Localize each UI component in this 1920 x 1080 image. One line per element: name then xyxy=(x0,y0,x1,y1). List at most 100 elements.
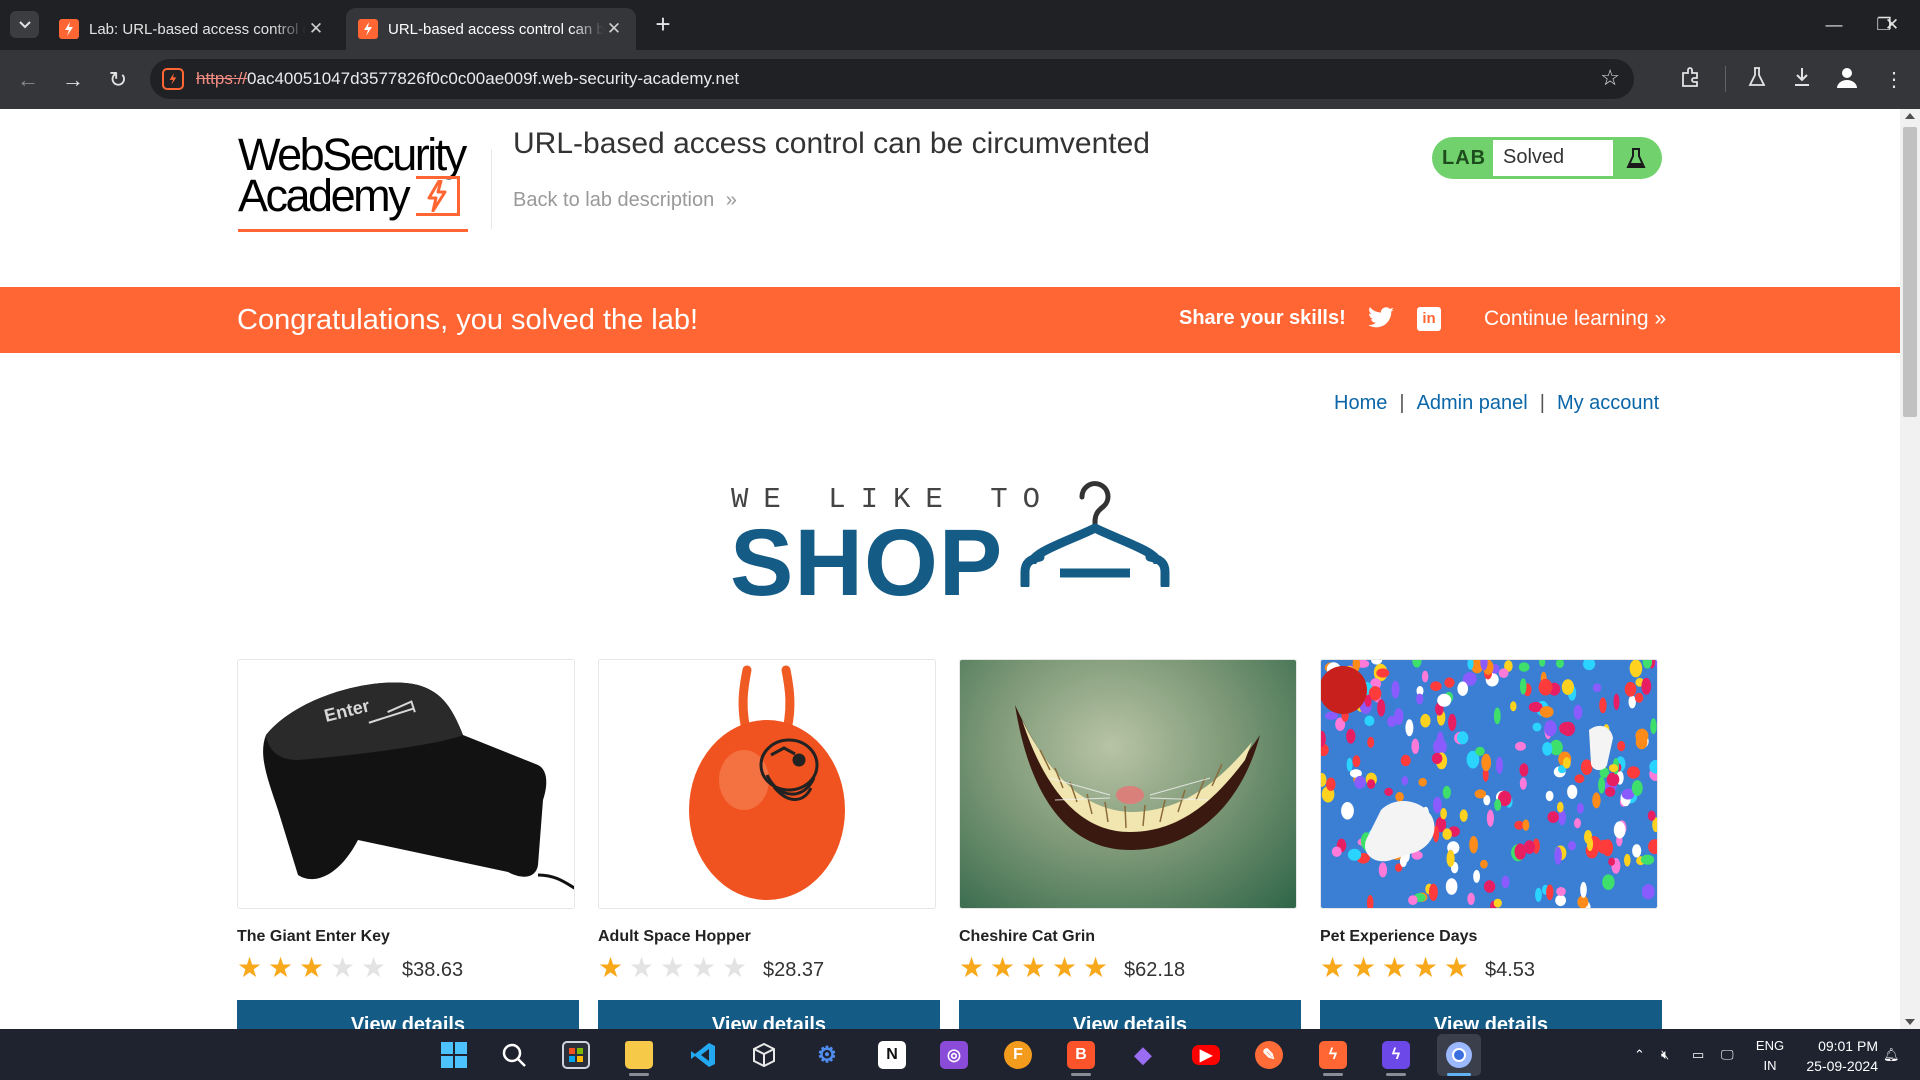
reload-icon[interactable]: ↻ xyxy=(104,66,132,94)
forward-arrow-icon[interactable]: → xyxy=(59,66,87,94)
site-top-nav: Home | Admin panel | My account xyxy=(1334,392,1659,415)
view-details-button[interactable]: View details xyxy=(1320,1000,1662,1029)
docker-icon[interactable]: ⚙ xyxy=(805,1034,849,1076)
burp-suite-icon[interactable]: ϟ xyxy=(1311,1034,1355,1076)
shop-hero-logo: WE LIKE TO SHOP xyxy=(730,479,1170,616)
product-price: $4.53 xyxy=(1485,958,1536,981)
new-tab-plus-icon[interactable]: + xyxy=(650,11,676,38)
hero-shop-word: SHOP xyxy=(730,510,1004,616)
page-scrollbar[interactable] xyxy=(1900,109,1920,1029)
my-account-link[interactable]: My account xyxy=(1557,392,1659,414)
site-info-icon[interactable] xyxy=(162,68,184,90)
system-clock[interactable]: 09:01 PM 25-09-2024 xyxy=(1788,1036,1878,1076)
search-icon[interactable] xyxy=(492,1034,536,1076)
tab-search-button[interactable] xyxy=(10,11,39,38)
twitter-icon[interactable] xyxy=(1368,307,1394,333)
bolt-app-icon[interactable]: ϟ xyxy=(1374,1034,1418,1076)
bookmark-star-icon[interactable]: ☆ xyxy=(1600,65,1620,91)
lab-status-widget: LAB Solved xyxy=(1432,137,1662,179)
notification-bell-icon[interactable]: 🔔︎ xyxy=(1883,1029,1900,1080)
vscode-icon[interactable] xyxy=(681,1034,725,1076)
double-chevron-right-icon: » xyxy=(725,189,737,211)
scroll-up-arrow-icon[interactable] xyxy=(1905,113,1915,119)
star-filled-icon: ★ xyxy=(598,952,624,983)
tab-close-icon[interactable]: ✕ xyxy=(604,19,624,39)
close-window-icon[interactable]: ✕ xyxy=(1874,10,1910,40)
product-image-cheshire-grin[interactable] xyxy=(959,659,1297,909)
fl-studio-icon[interactable]: F xyxy=(996,1034,1040,1076)
tray-overflow-chevron-icon[interactable]: ⌃ xyxy=(1634,1029,1645,1080)
toolbar-divider xyxy=(1725,66,1726,92)
product-card: Pet Experience Days ★ ★ ★ ★ ★ $4.53 View det… xyxy=(1320,659,1662,1029)
volume-muted-icon[interactable]: 🔇︎ xyxy=(1661,1029,1669,1080)
clock-time: 09:01 PM xyxy=(1818,1038,1878,1054)
download-icon[interactable] xyxy=(1788,66,1816,94)
tab-close-icon[interactable]: ✕ xyxy=(306,19,326,39)
brave-browser-icon[interactable]: B xyxy=(1059,1034,1103,1076)
clock-date: 25-09-2024 xyxy=(1806,1058,1878,1074)
proton-app-icon[interactable]: ◎ xyxy=(932,1034,976,1076)
lab-status-value: Solved xyxy=(1493,140,1613,176)
continue-learning-label: Continue learning xyxy=(1484,307,1649,330)
view-details-button[interactable]: View details xyxy=(959,1000,1301,1029)
star-filled-icon: ★ xyxy=(299,952,325,983)
url-text[interactable]: https://0ac40051047d3577826f0c0c00ae009f… xyxy=(196,69,739,89)
star-rating: ★ ★ ★ ★ ★ xyxy=(237,954,392,982)
lab-title: URL-based access control can be circumve… xyxy=(513,127,1150,160)
extensions-puzzle-icon[interactable] xyxy=(1677,66,1705,94)
obsidian-icon[interactable]: ◆ xyxy=(1121,1034,1165,1076)
labs-flask-icon[interactable] xyxy=(1743,66,1771,94)
view-details-button[interactable]: View details xyxy=(237,1000,579,1029)
nav-separator: | xyxy=(1539,392,1545,414)
3d-cube-app-icon[interactable] xyxy=(742,1034,786,1076)
star-filled-icon: ★ xyxy=(268,952,294,983)
product-image-space-hopper[interactable] xyxy=(598,659,936,909)
view-details-button[interactable]: View details xyxy=(598,1000,940,1029)
file-explorer-icon[interactable] xyxy=(617,1034,661,1076)
star-filled-icon: ★ xyxy=(1382,952,1408,983)
star-filled-icon: ★ xyxy=(1351,952,1377,983)
solved-banner: Congratulations, you solved the lab! Sha… xyxy=(0,287,1900,353)
more-menu-icon[interactable]: ⋮ xyxy=(1880,66,1908,94)
coat-hanger-icon xyxy=(1020,481,1170,587)
back-arrow-icon[interactable]: ← xyxy=(14,66,42,94)
postman-icon[interactable]: ✎ xyxy=(1247,1034,1291,1076)
back-to-lab-description-link[interactable]: Back to lab description » xyxy=(513,189,737,212)
star-empty-icon: ★ xyxy=(691,952,717,983)
admin-panel-link[interactable]: Admin panel xyxy=(1417,392,1528,414)
star-empty-icon: ★ xyxy=(361,952,387,983)
product-card: Adult Space Hopper ★ ★ ★ ★ ★ $28.37 View det… xyxy=(598,659,940,1029)
profile-avatar-icon[interactable] xyxy=(1833,66,1861,94)
chrome-icon[interactable] xyxy=(1437,1034,1481,1076)
home-link[interactable]: Home xyxy=(1334,392,1387,414)
product-name: Adult Space Hopper xyxy=(598,928,751,945)
continue-learning-link[interactable]: Continue learning » xyxy=(1484,307,1666,331)
battery-icon[interactable]: ▭ xyxy=(1692,1029,1704,1080)
star-empty-icon: ★ xyxy=(660,952,686,983)
microsoft-store-icon[interactable] xyxy=(554,1034,598,1076)
logo-underline xyxy=(238,229,468,232)
browser-tab-lab[interactable]: Lab: URL-based access control can be cir… xyxy=(47,8,338,50)
scroll-down-arrow-icon[interactable] xyxy=(1905,1019,1915,1025)
product-name: The Giant Enter Key xyxy=(237,928,390,945)
star-rating: ★ ★ ★ ★ ★ xyxy=(598,954,753,982)
star-filled-icon: ★ xyxy=(959,952,985,983)
product-image-balloon-dogs[interactable] xyxy=(1320,659,1658,909)
youtube-icon[interactable]: ▶ xyxy=(1184,1034,1228,1076)
product-rating: ★ ★ ★ ★ ★ $28.37 xyxy=(598,954,940,982)
minimize-icon[interactable]: — xyxy=(1816,10,1852,40)
network-icon[interactable]: 🖵︎ xyxy=(1721,1029,1734,1080)
notion-icon[interactable]: N xyxy=(870,1034,914,1076)
star-filled-icon: ★ xyxy=(1413,952,1439,983)
linkedin-icon[interactable]: in xyxy=(1417,307,1441,331)
windows-start-icon[interactable] xyxy=(432,1034,476,1076)
page-viewport: WebSecurity Academy URL-based access con… xyxy=(0,109,1920,1029)
scrollbar-thumb[interactable] xyxy=(1903,127,1917,417)
web-security-academy-logo[interactable]: WebSecurity Academy xyxy=(238,132,488,234)
product-image-giant-enter-key[interactable]: Enter xyxy=(237,659,575,909)
browser-tab-active[interactable]: URL-based access control can be circumve… xyxy=(346,8,636,50)
language-indicator[interactable]: ENG IN xyxy=(1754,1036,1786,1076)
address-bar[interactable]: https://0ac40051047d3577826f0c0c00ae009f… xyxy=(150,59,1634,99)
language-code: ENG xyxy=(1755,1038,1785,1053)
windows-taskbar: ⚙ N ◎ F B ◆ ▶ ✎ ϟ ϟ ⌃ 🔇︎ ▭ 🖵︎ ENG IN 09:… xyxy=(0,1029,1920,1080)
